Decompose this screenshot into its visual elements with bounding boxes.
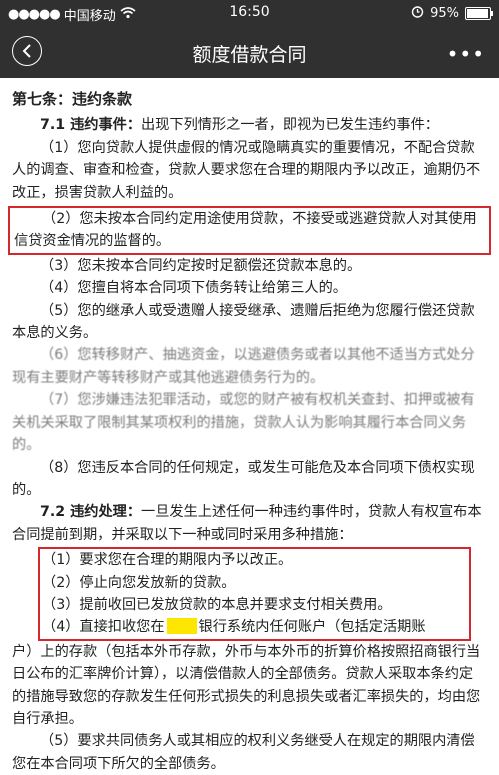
highlight-box-measures: （1）要求您在合理的期限内予以改正。 （2）停止向您发放新的贷款。 （3）提前收… <box>38 547 471 641</box>
redaction-mark <box>166 618 197 635</box>
status-right: 95% <box>411 5 493 22</box>
clause-7-1-item-7: （7）您涉嫌违法犯罪活动，或您的财产被有权机关查封、扣押或被有关机关采取了限制其… <box>12 392 475 454</box>
clause-7-2-item-4-end: 银行系统内任何账户（包括定活期账 <box>198 619 426 636</box>
highlight-box-usage: （2）您未按本合同约定用途使用贷款，不接受或逃避贷款人对其使用信贷资金情况的监督… <box>8 206 491 255</box>
clause-7-2-item-4-start: （4）直接扣收您在 <box>42 619 165 636</box>
clause-7-2-item-5: （5）要求共同债务人或其相应的权利义务继受人在规定的期限内清偿您在本合同项下所欠… <box>12 733 475 772</box>
clause-7-1-label: 7.1 违约事件： <box>40 117 142 134</box>
clause-7-1-item-3: （3）您未按本合同约定按时足额偿还贷款本息的。 <box>40 257 362 274</box>
clause-7-1-item-1: （1）您向贷款人提供虚假的情况或隐瞒真实的重要情况，不配合贷款人的调查、审查和检… <box>12 139 481 201</box>
clause-7-2-item-3: （3）提前收回已发放贷款的本息并要求支付相关费用。 <box>42 596 392 613</box>
clause-7-2-item-4-continued: 户）上的存款（包括本外币存款，外币与本外币的折算价格按照招商银行当日公布的汇率牌… <box>12 643 481 727</box>
clause-7-2-label: 7.2 违约处理： <box>40 504 142 521</box>
more-button[interactable]: ••• <box>447 42 485 66</box>
clause-7-1-text: 出现下列情形之一者，即视为已发生违约事件： <box>141 117 439 134</box>
clause-7-1-item-4: （4）您擅自将本合同项下债务转让给第三人的。 <box>40 280 347 297</box>
clause-7-1-item-6: （6）您转移财产、抽逃资金，以逃避债务或者以其他不适当方式处分现有主要财产等转移… <box>12 347 475 386</box>
clause-7-1-item-8: （8）您违反本合同的任何规定，或发生可能危及本合同项下债权实现的。 <box>12 459 475 498</box>
clause-7-1-intro: 7.1 违约事件：出现下列情形之一者，即视为已发生违约事件： <box>12 114 485 136</box>
clause-7-2-item-4: （4）直接扣收您在 银行系统内任何账户（包括定活期账 <box>42 616 469 638</box>
clause-7-1-item-5: （5）您的继承人或受遗赠人接受继承、遗赠后拒绝为您履行偿还贷款本息的义务。 <box>12 302 475 342</box>
contract-content: 第七条：违约条款 7.1 违约事件：出现下列情形之一者，即视为已发生违约事件： … <box>0 82 499 775</box>
battery-percent: 95% <box>430 6 459 21</box>
nav-bar: 额度借款合同 ••• <box>0 26 499 78</box>
clause-7-2-intro: 7.2 违约处理：一旦发生上述任何一种违约事件时，贷款人有权宣布本合同提前到期，… <box>12 501 485 546</box>
clause-7-2-item-2: （2）停止向您发放新的贷款。 <box>42 574 236 591</box>
page-title: 额度借款合同 <box>192 44 307 66</box>
battery-icon <box>465 7 493 20</box>
clause-7-1-item-2: （2）您未按本合同约定用途使用贷款，不接受或逃避贷款人对其使用信贷资金情况的监督… <box>14 211 477 250</box>
status-bar: ●●●●● 中国移动 16:50 95% <box>0 0 499 26</box>
alarm-icon <box>411 5 424 22</box>
clause-7-2-item-1: （1）要求您在合理的期限内予以改正。 <box>42 552 293 569</box>
section-heading: 第七条：违约条款 <box>12 90 133 108</box>
